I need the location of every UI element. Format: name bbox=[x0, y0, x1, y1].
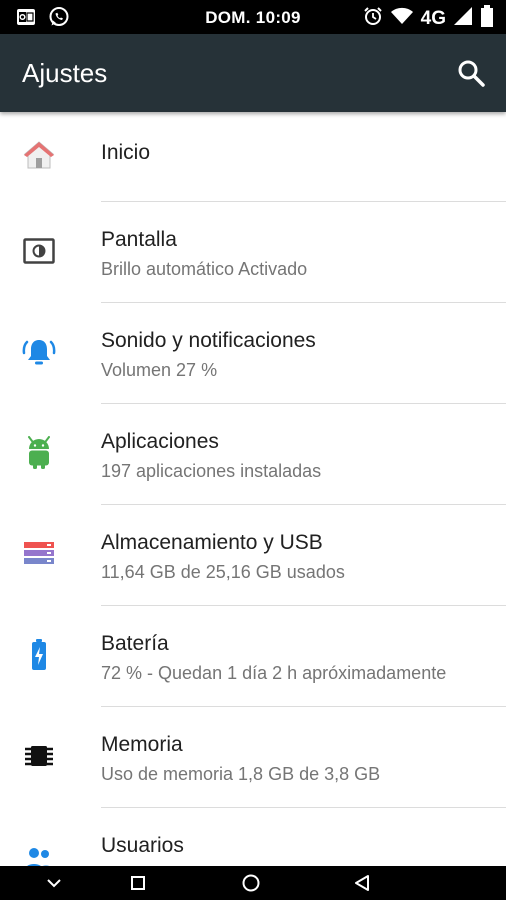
settings-item-sonido[interactable]: Sonido y notificaciones Volumen 27 % bbox=[0, 303, 506, 404]
home-circle-icon[interactable] bbox=[239, 871, 263, 895]
settings-item-title: Almacenamiento y USB bbox=[101, 531, 323, 554]
battery-charging-icon bbox=[22, 638, 56, 672]
settings-item-aplicaciones[interactable]: Aplicaciones 197 aplicaciones instaladas bbox=[0, 404, 506, 505]
wifi-icon bbox=[390, 7, 413, 30]
navigation-bar bbox=[0, 866, 506, 900]
settings-item-bateria[interactable]: Batería 72 % - Quedan 1 día 2 h apróxima… bbox=[0, 606, 506, 707]
settings-item-title: Aplicaciones bbox=[101, 430, 219, 453]
hide-keyboard-icon[interactable] bbox=[42, 871, 66, 895]
android-icon bbox=[22, 436, 56, 470]
settings-item-usuarios[interactable]: Usuarios bbox=[0, 808, 506, 866]
home-icon bbox=[22, 138, 56, 172]
battery-icon bbox=[480, 5, 494, 32]
settings-item-subtitle: Uso de memoria 1,8 GB de 3,8 GB bbox=[101, 764, 381, 784]
network-label: 4G bbox=[420, 7, 446, 29]
search-icon[interactable] bbox=[456, 58, 486, 88]
app-bar: Ajustes bbox=[0, 34, 506, 112]
storage-icon bbox=[22, 537, 56, 571]
settings-item-inicio[interactable]: Inicio bbox=[0, 112, 506, 202]
bell-icon bbox=[22, 335, 56, 369]
settings-item-pantalla[interactable]: Pantalla Brillo automático Activado bbox=[0, 202, 506, 303]
settings-item-almacenamiento[interactable]: Almacenamiento y USB 11,64 GB de 25,16 G… bbox=[0, 505, 506, 606]
alarm-icon bbox=[363, 6, 383, 31]
settings-list: Inicio Pantalla Brillo automático Activa… bbox=[0, 112, 506, 866]
users-icon bbox=[22, 840, 56, 866]
settings-item-memoria[interactable]: Memoria Uso de memoria 1,8 GB de 3,8 GB bbox=[0, 707, 506, 808]
page-title: Ajustes bbox=[22, 58, 108, 88]
settings-item-subtitle: 197 aplicaciones instaladas bbox=[101, 461, 322, 481]
status-bar: DOM. 10:09 4G bbox=[0, 0, 506, 34]
settings-item-title: Memoria bbox=[101, 733, 183, 756]
signal-icon bbox=[454, 7, 472, 30]
settings-item-title: Inicio bbox=[101, 141, 151, 164]
settings-item-title: Pantalla bbox=[101, 228, 177, 251]
settings-item-title: Batería bbox=[101, 632, 169, 655]
settings-item-subtitle: Volumen 27 % bbox=[101, 360, 218, 380]
back-icon[interactable] bbox=[350, 871, 374, 895]
settings-item-subtitle: 72 % - Quedan 1 día 2 h apróximadamente bbox=[101, 663, 447, 683]
settings-item-title: Sonido y notificaciones bbox=[101, 329, 316, 352]
display-icon bbox=[22, 234, 56, 268]
settings-item-subtitle: Brillo automático Activado bbox=[101, 259, 308, 279]
recents-icon[interactable] bbox=[126, 871, 150, 895]
settings-item-subtitle: 11,64 GB de 25,16 GB usados bbox=[101, 562, 345, 582]
settings-item-title: Usuarios bbox=[101, 834, 184, 857]
memory-chip-icon bbox=[22, 739, 56, 773]
